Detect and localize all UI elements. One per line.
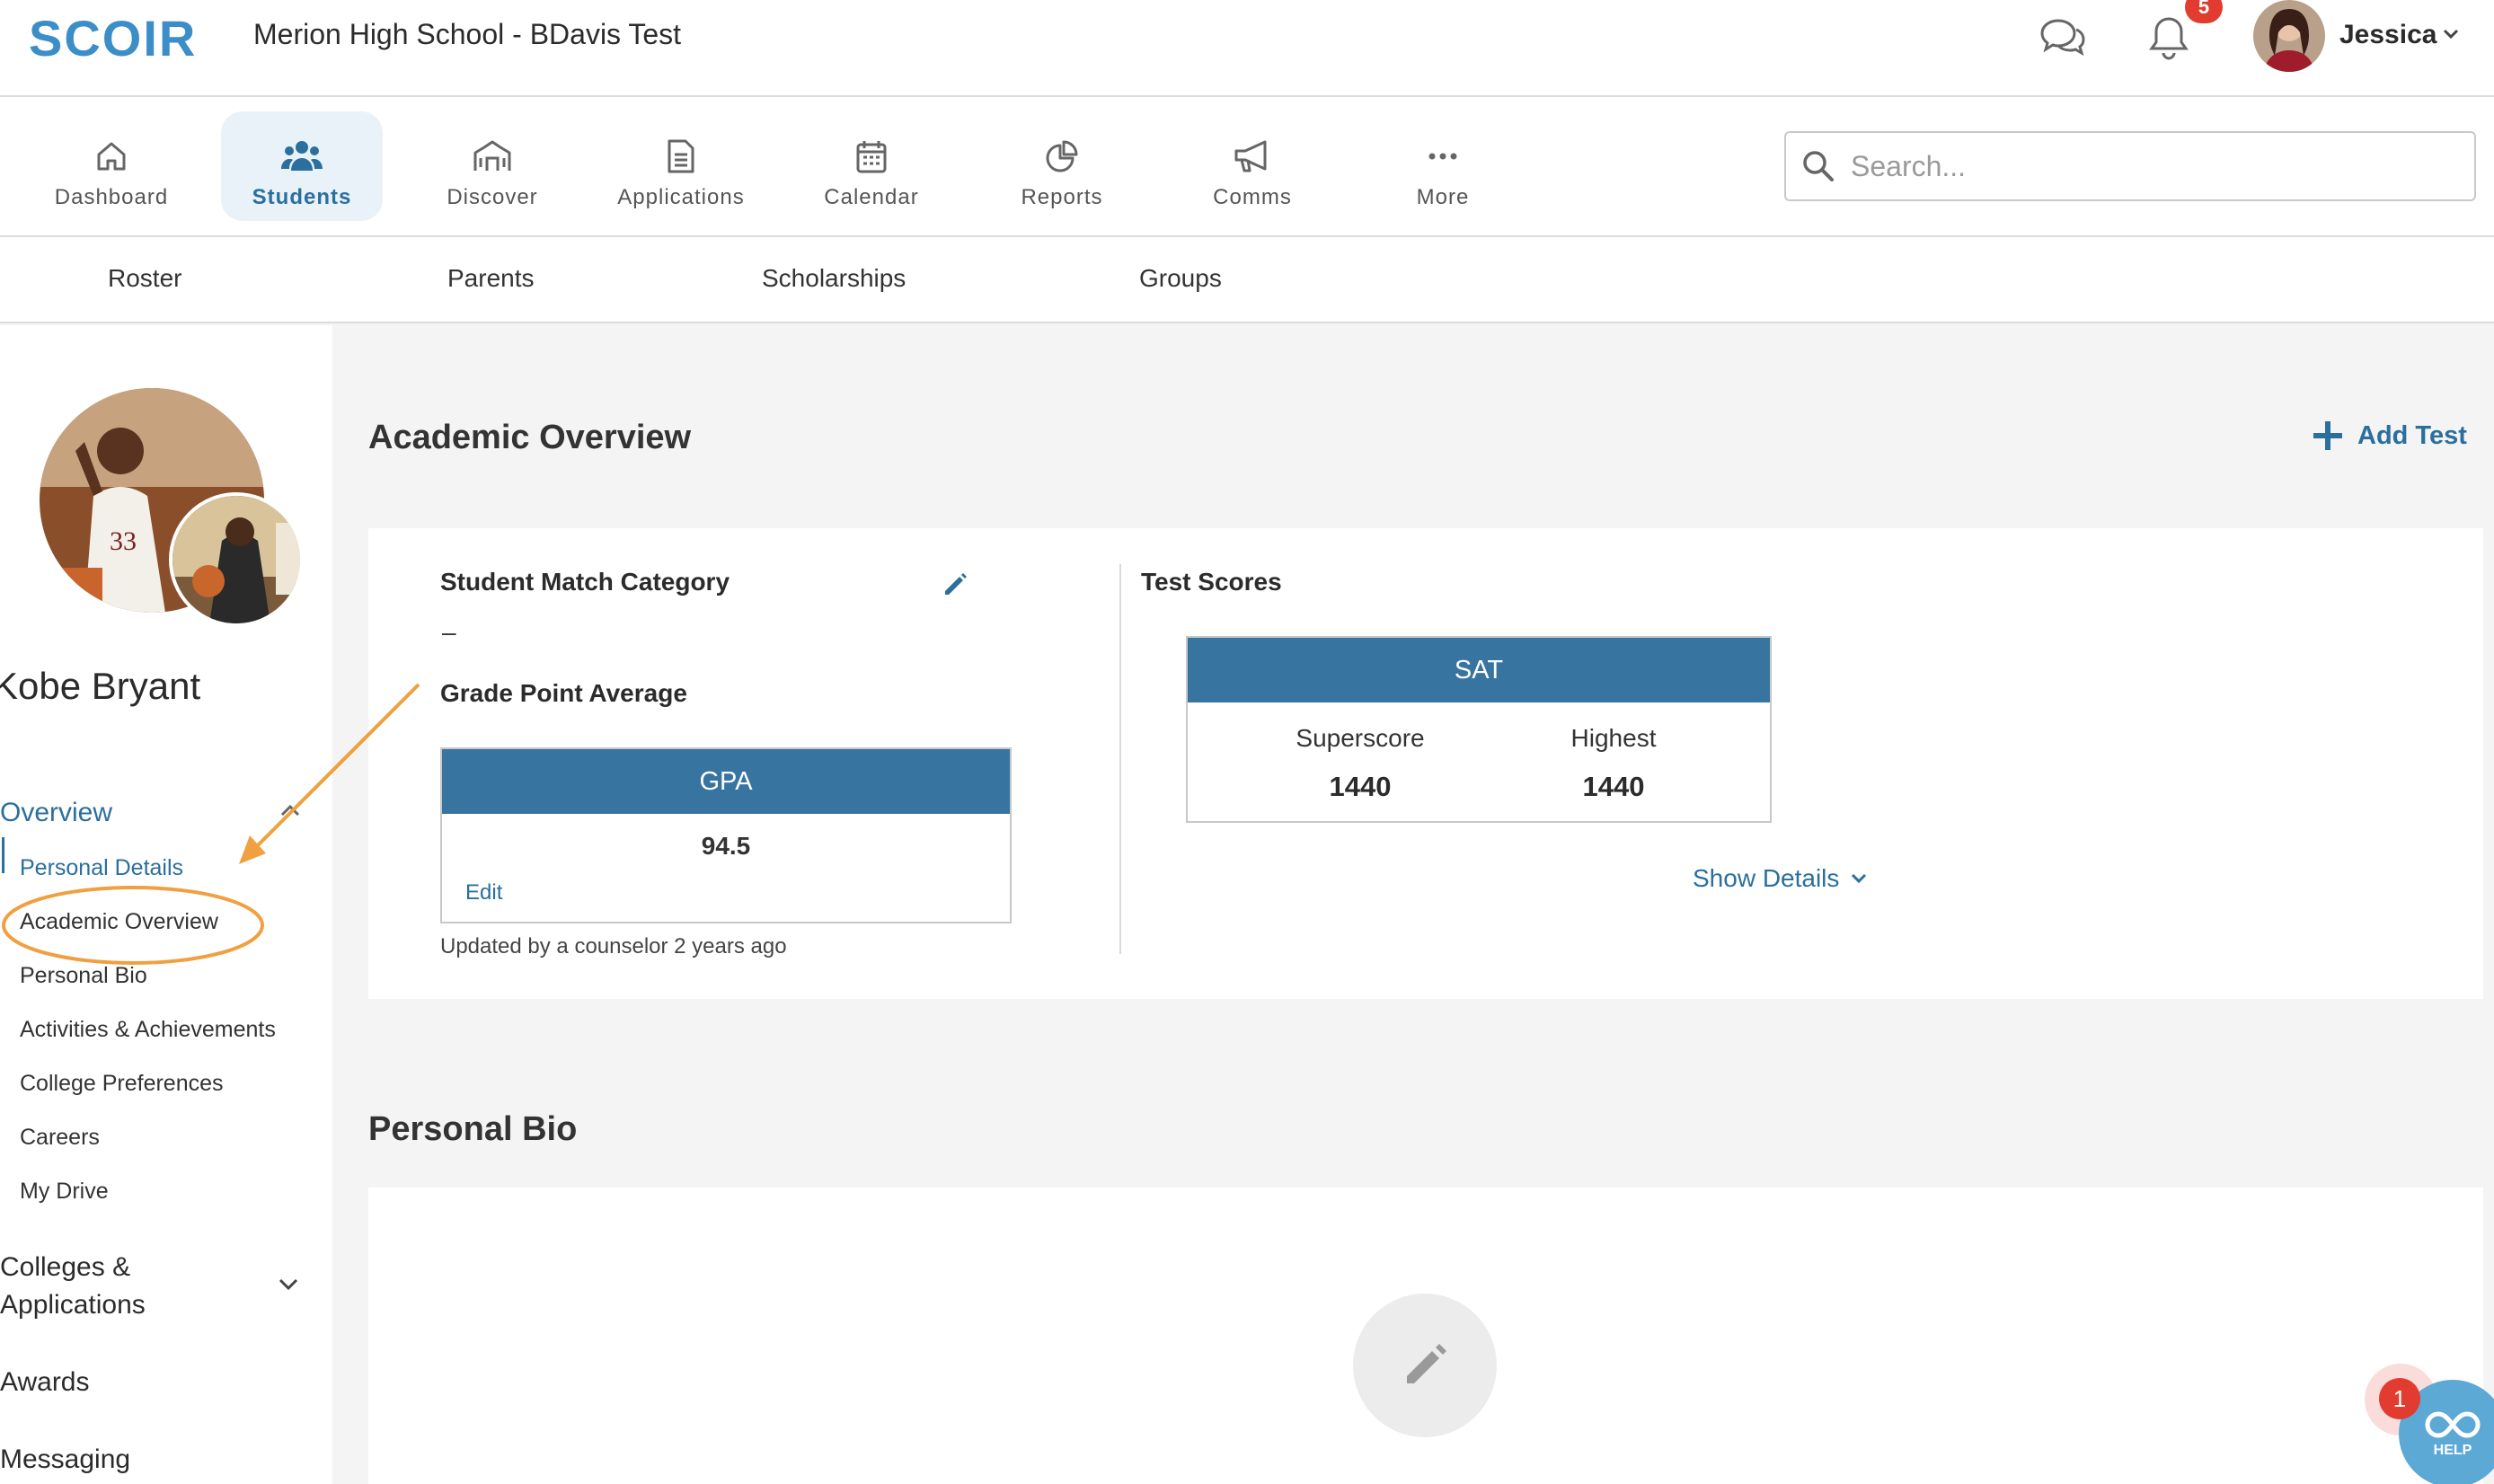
sat-score-box: SAT Superscore 1440 Highest 1440 bbox=[1186, 636, 1772, 823]
scoir-logo[interactable]: SCOIR bbox=[29, 9, 197, 67]
avatar[interactable] bbox=[2253, 0, 2325, 72]
nav-comms[interactable]: Comms bbox=[1172, 111, 1333, 221]
gpa-updated-text: Updated by a counselor 2 years ago bbox=[440, 934, 787, 958]
ellipsis-icon bbox=[1428, 153, 1457, 160]
bell-icon[interactable] bbox=[2142, 11, 2196, 65]
highest-column: Highest 1440 bbox=[1515, 724, 1712, 803]
sidebar-item-careers[interactable]: Careers bbox=[20, 1125, 100, 1151]
gpa-value: 94.5 bbox=[701, 832, 751, 860]
infinity-icon bbox=[2425, 1411, 2481, 1438]
nav-label: More bbox=[1416, 185, 1470, 209]
gpa-box: GPA 94.5 Edit bbox=[440, 747, 1012, 923]
match-category-label: Student Match Category bbox=[440, 568, 730, 596]
nav-label: Discover bbox=[447, 185, 538, 209]
plus-icon bbox=[2313, 421, 2342, 450]
nav-dashboard[interactable]: Dashboard bbox=[31, 111, 192, 221]
search-box bbox=[1784, 131, 2476, 201]
top-bar: SCOIR Merion High School - BDavis Test 5… bbox=[0, 0, 2494, 97]
pencil-icon[interactable] bbox=[942, 571, 968, 603]
column-divider bbox=[1119, 564, 1121, 954]
document-icon bbox=[668, 139, 694, 173]
student-sidebar: 33 Kobe Bryant Overview Personal Details… bbox=[0, 325, 332, 1484]
student-photo-secondary bbox=[169, 492, 304, 627]
people-icon bbox=[281, 141, 323, 171]
house-icon bbox=[97, 142, 126, 171]
nav-label: Dashboard bbox=[54, 185, 169, 209]
nav-calendar[interactable]: Calendar bbox=[791, 111, 952, 221]
tab-parents[interactable]: Parents bbox=[447, 264, 535, 293]
edit-bio-button[interactable] bbox=[1353, 1294, 1497, 1437]
show-details-button[interactable]: Show Details bbox=[1693, 864, 1868, 893]
search-icon bbox=[1803, 151, 1834, 181]
add-test-button[interactable]: Add Test bbox=[2311, 419, 2467, 453]
sub-nav: Roster Parents Scholarships Groups bbox=[0, 237, 2494, 323]
gpa-edit-link[interactable]: Edit bbox=[465, 880, 502, 905]
chevron-down-icon bbox=[1852, 873, 1867, 884]
messages-icon[interactable] bbox=[2036, 11, 2090, 65]
chevron-up-icon[interactable] bbox=[279, 801, 302, 824]
sat-header: SAT bbox=[1188, 638, 1770, 702]
nav-students[interactable]: Students bbox=[221, 111, 383, 221]
search-input[interactable] bbox=[1851, 149, 2426, 183]
sidebar-item-college-preferences[interactable]: College Preferences bbox=[20, 1071, 224, 1097]
pencil-icon bbox=[1407, 1344, 1446, 1383]
personal-bio-card bbox=[368, 1188, 2483, 1484]
add-test-label: Add Test bbox=[2357, 420, 2467, 450]
sidebar-item-my-drive[interactable]: My Drive bbox=[20, 1179, 109, 1205]
tab-roster[interactable]: Roster bbox=[108, 264, 181, 293]
nav-more[interactable]: More bbox=[1362, 111, 1524, 221]
chevron-down-icon[interactable] bbox=[277, 1276, 300, 1298]
match-category-value: – bbox=[442, 618, 456, 646]
building-icon bbox=[473, 140, 511, 171]
tab-scholarships[interactable]: Scholarships bbox=[762, 264, 906, 293]
superscore-label: Superscore bbox=[1296, 724, 1425, 752]
superscore-column: Superscore 1440 bbox=[1261, 724, 1459, 803]
nav-label: Comms bbox=[1213, 185, 1292, 209]
nav-discover[interactable]: Discover bbox=[411, 111, 573, 221]
sidebar-section-colleges[interactable]: Colleges & Applications bbox=[0, 1249, 180, 1324]
academic-overview-card: Student Match Category – Grade Point Ave… bbox=[368, 528, 2483, 999]
personal-bio-title: Personal Bio bbox=[368, 1110, 578, 1148]
nav-label: Reports bbox=[1021, 185, 1103, 209]
school-name: Merion High School - BDavis Test bbox=[253, 18, 682, 50]
test-scores-label: Test Scores bbox=[1141, 568, 1282, 596]
highest-label: Highest bbox=[1570, 724, 1657, 752]
superscore-value: 1440 bbox=[1329, 771, 1392, 802]
calendar-icon bbox=[856, 141, 887, 173]
nav-label: Applications bbox=[617, 185, 745, 209]
show-details-label: Show Details bbox=[1693, 864, 1840, 892]
student-name: Kobe Bryant bbox=[0, 665, 201, 707]
academic-overview-title: Academic Overview bbox=[368, 419, 692, 456]
nav-reports[interactable]: Reports bbox=[981, 111, 1143, 221]
sidebar-section-awards[interactable]: Awards bbox=[0, 1364, 90, 1401]
sidebar-item-personal-details[interactable]: Personal Details bbox=[20, 855, 183, 881]
tab-groups[interactable]: Groups bbox=[1139, 264, 1222, 293]
sidebar-item-academic-overview[interactable]: Academic Overview bbox=[20, 909, 218, 935]
chevron-down-icon[interactable] bbox=[2440, 23, 2462, 49]
pie-chart-icon bbox=[1046, 140, 1078, 172]
help-notification-badge: 1 bbox=[2379, 1378, 2420, 1419]
highest-value: 1440 bbox=[1582, 771, 1645, 802]
user-name[interactable]: Jessica bbox=[2339, 20, 2437, 50]
nav-label: Calendar bbox=[824, 185, 919, 209]
sidebar-overview-toggle[interactable]: Overview bbox=[0, 798, 112, 828]
sidebar-item-personal-bio[interactable]: Personal Bio bbox=[20, 963, 147, 989]
main-nav: Dashboard Students Discover Applications… bbox=[0, 97, 2494, 237]
help-label: HELP bbox=[2433, 1443, 2472, 1458]
gpa-section-label: Grade Point Average bbox=[440, 679, 687, 707]
notification-badge: 5 bbox=[2185, 0, 2223, 23]
nav-label: Students bbox=[252, 185, 352, 209]
svg-text:33: 33 bbox=[110, 526, 137, 556]
nav-applications[interactable]: Applications bbox=[600, 111, 762, 221]
sidebar-item-activities[interactable]: Activities & Achievements bbox=[20, 1017, 276, 1043]
megaphone-icon bbox=[1234, 140, 1267, 172]
gpa-header: GPA bbox=[442, 749, 1010, 814]
sidebar-section-messaging[interactable]: Messaging bbox=[0, 1441, 130, 1479]
